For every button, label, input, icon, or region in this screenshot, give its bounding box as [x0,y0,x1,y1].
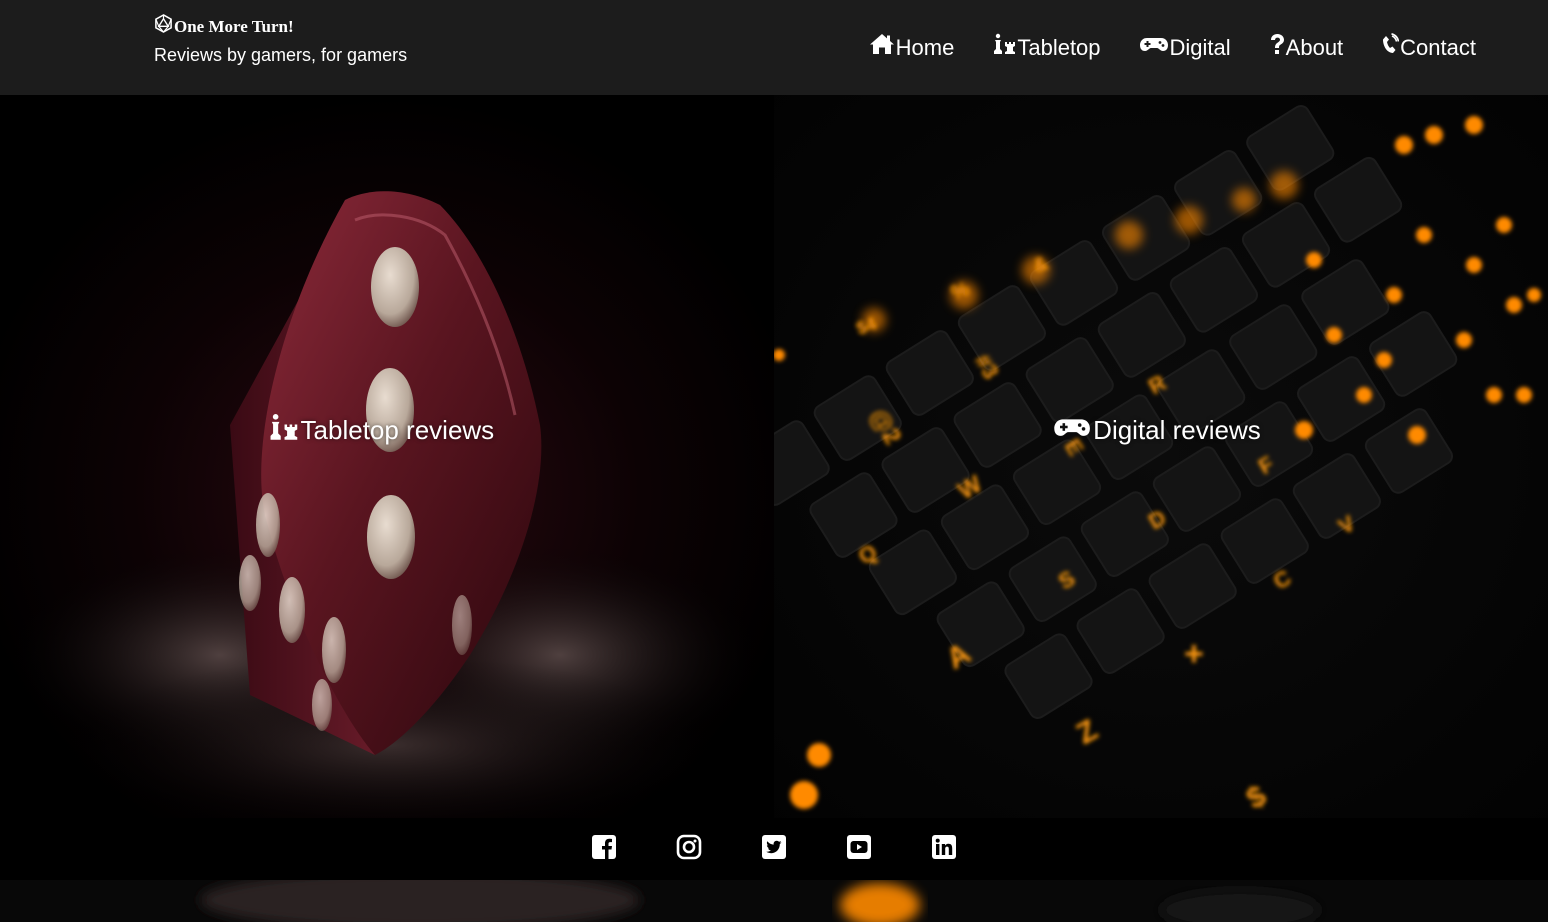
glowing-keyboard-photo: % & $4 #3 @2 W E R D F Q S C V A + Z $ [774,95,1548,818]
nav-link-label: Tabletop [1017,34,1101,60]
digital-reviews-text: Digital reviews [1093,415,1261,445]
home-icon [869,33,896,62]
nav-link-home[interactable]: Home [869,33,955,62]
chess-pieces-icon [268,413,301,447]
brand[interactable]: One More Turn! Reviews by gamers, for ga… [154,14,407,66]
tabletop-reviews-text: Tabletop reviews [300,415,495,445]
site-footer [0,818,1548,880]
question-icon [1269,33,1286,62]
facebook-link[interactable] [591,834,617,865]
digital-reviews-panel[interactable]: % & $4 #3 @2 W E R D F Q S C V A + Z $ D… [774,95,1548,818]
youtube-link[interactable] [846,834,872,865]
svg-text:+: + [1184,635,1204,673]
tabletop-reviews-label: Tabletop reviews [268,413,494,447]
brand-tagline: Reviews by gamers, for gamers [154,45,408,65]
nav-link-label: Home [895,34,955,60]
site-header: One More Turn! Reviews by gamers, for ga… [0,0,1548,95]
gamepad-icon [1053,413,1093,447]
brand-title: One More Turn! [174,16,294,36]
instagram-link[interactable] [676,834,702,865]
phone-icon [1381,33,1400,62]
chess-pieces-icon [992,33,1017,62]
digital-reviews-label: Digital reviews [1053,413,1261,447]
brand-title-row: One More Turn! [154,14,407,39]
red-dice-photo [0,95,774,818]
hero-panels: Tabletop reviews % & $4 #3 @2 W E R D F … [0,95,1548,818]
nav-link-label: Contact [1400,34,1476,60]
nav-link-digital[interactable]: Digital [1139,33,1231,62]
youtube-icon [846,834,872,865]
main-nav: Home Tabletop Digital About Contact [869,33,1476,62]
linkedin-icon [931,834,957,865]
instagram-icon [676,834,702,865]
nav-link-about[interactable]: About [1269,33,1344,62]
gamepad-icon [1139,33,1170,62]
background-photo-fragment [0,880,1548,922]
nav-link-label: Digital [1169,34,1231,60]
tabletop-reviews-panel[interactable]: Tabletop reviews [0,95,774,818]
twitter-icon [761,834,787,865]
nav-link-contact[interactable]: Contact [1381,33,1476,62]
nav-link-tabletop[interactable]: Tabletop [992,33,1101,62]
background-image-strip [0,880,1548,922]
twitter-link[interactable] [761,834,787,865]
nav-link-label: About [1285,34,1344,60]
d20-dice-icon [154,14,174,39]
linkedin-link[interactable] [931,834,957,865]
facebook-icon [591,834,617,865]
